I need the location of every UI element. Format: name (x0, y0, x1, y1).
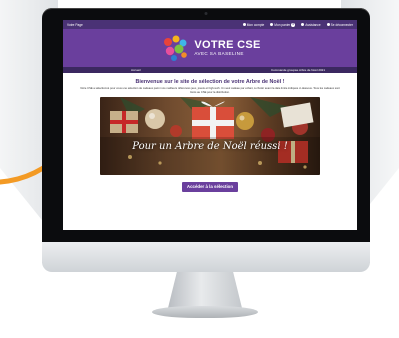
monitor-chin (42, 242, 370, 272)
banner-text: Pour un Arbre de Noël réussi ! (132, 141, 288, 153)
my-account-label: Mon compte (246, 22, 265, 27)
my-account-link[interactable]: Mon compte (242, 22, 265, 27)
site-label: Votre Page (67, 22, 83, 27)
webcam (204, 12, 208, 15)
monitor-stand-base (152, 306, 258, 318)
access-selection-button[interactable]: Accéder à la sélection (181, 181, 239, 192)
christmas-banner: Pour un Arbre de Noël réussi ! (100, 97, 320, 176)
intro-text: Votre CSE a sélectionné pour vous une sé… (80, 87, 340, 94)
basket-link[interactable]: Mon panier 0 (270, 22, 296, 27)
main-nav: Accueil Commande groupée Arbre de Noël 2… (63, 67, 357, 73)
help-link[interactable]: Assistance (301, 22, 321, 27)
basket-label: Mon panier (274, 22, 291, 27)
nav-group-order-link[interactable]: Commande groupée Arbre de Noël 2021 (271, 68, 325, 72)
cart-icon (270, 23, 274, 26)
welcome-heading: Bienvenue sur le site de sélection de vo… (135, 79, 285, 85)
main-content: Bienvenue sur le site de sélection de vo… (63, 73, 357, 193)
site-link[interactable]: Votre Page (67, 23, 83, 27)
cse-logo-icon[interactable] (159, 32, 191, 64)
logo-subtitle: AVEC SA BASELINE (194, 50, 244, 56)
logout-link[interactable]: Se déconnecter (326, 22, 353, 27)
help-label: Assistance (305, 22, 321, 27)
top-bar: Votre Page Mon compte Mon panier 0 Assis… (63, 20, 357, 29)
logo-title: VOTRE CSE (194, 38, 261, 51)
logout-icon (326, 23, 330, 26)
banner-illustration (100, 97, 320, 176)
basket-count-badge: 0 (291, 22, 296, 27)
screen: Votre Page Mon compte Mon panier 0 Assis… (63, 20, 357, 230)
site-header: VOTRE CSE AVEC SA BASELINE (63, 29, 357, 67)
user-icon (242, 23, 246, 26)
monitor-stand (168, 272, 242, 308)
logo-text: VOTRE CSE AVEC SA BASELINE (194, 38, 261, 57)
logout-label: Se déconnecter (330, 22, 353, 27)
nav-home-link[interactable]: Accueil (131, 68, 141, 72)
help-icon (301, 23, 305, 26)
